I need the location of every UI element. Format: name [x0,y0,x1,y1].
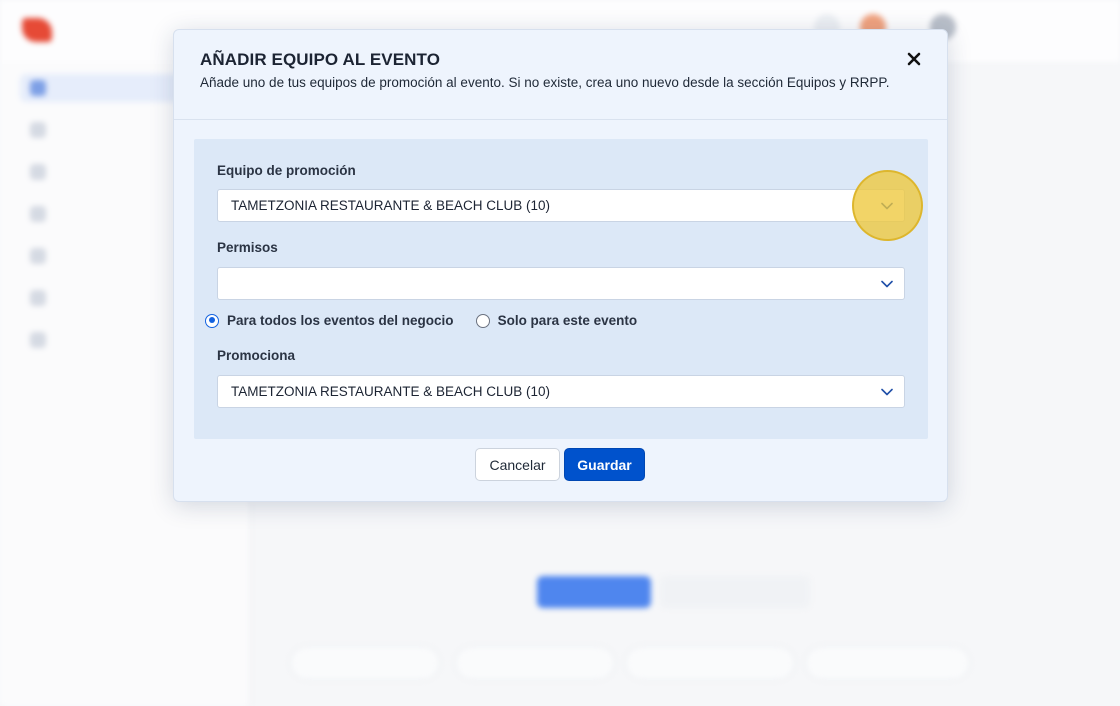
background-primary-button [537,576,651,608]
sidebar-icon [30,206,46,222]
promotes-select-value: TAMETZONIA RESTAURANTE & BEACH CLUB (10) [231,384,551,399]
save-button[interactable]: Guardar [564,448,645,481]
modal-title: AÑADIR EQUIPO AL EVENTO [200,50,441,69]
chevron-down-icon [881,280,893,288]
background-pill [455,646,615,680]
modal-subtitle: Añade uno de tus equipos de promoción al… [200,75,890,90]
sidebar-icon [30,332,46,348]
modal-header: AÑADIR EQUIPO AL EVENTO Añade uno de tus… [174,30,947,120]
app-logo [22,18,52,42]
background-pill [290,646,440,680]
click-highlight [852,170,923,241]
chevron-down-icon [881,388,893,396]
background-pill [805,646,970,680]
team-label: Equipo de promoción [217,163,356,178]
sidebar-icon [30,290,46,306]
radio-this-event-label: Solo para este evento [497,313,638,328]
radio-all-events[interactable]: Para todos los eventos del negocio [205,313,454,328]
sidebar-icon [30,122,46,138]
promotes-select[interactable]: TAMETZONIA RESTAURANTE & BEACH CLUB (10) [217,375,905,408]
close-button[interactable] [903,48,925,70]
sidebar-icon [30,164,46,180]
team-select-value: TAMETZONIA RESTAURANTE & BEACH CLUB (10) [231,198,551,213]
close-icon [907,52,921,66]
radio-all-events-label: Para todos los eventos del negocio [227,313,454,328]
cancel-button[interactable]: Cancelar [475,448,560,481]
radio-this-event[interactable]: Solo para este evento [475,313,638,328]
scope-radio-group: Para todos los eventos del negocio Solo … [205,313,637,328]
permissions-label: Permisos [217,240,278,255]
background-secondary-button [660,576,810,608]
add-team-modal: AÑADIR EQUIPO AL EVENTO Añade uno de tus… [173,29,948,502]
radio-all-events-indicator[interactable] [205,313,219,328]
permissions-select[interactable] [217,267,905,300]
team-select[interactable]: TAMETZONIA RESTAURANTE & BEACH CLUB (10) [217,189,905,222]
sidebar-icon [30,248,46,264]
radio-this-event-indicator[interactable] [475,313,490,328]
form-panel: Equipo de promoción TAMETZONIA RESTAURAN… [194,139,928,439]
background-pill [625,646,795,680]
sidebar-icon [30,80,46,96]
promotes-label: Promociona [217,348,296,363]
